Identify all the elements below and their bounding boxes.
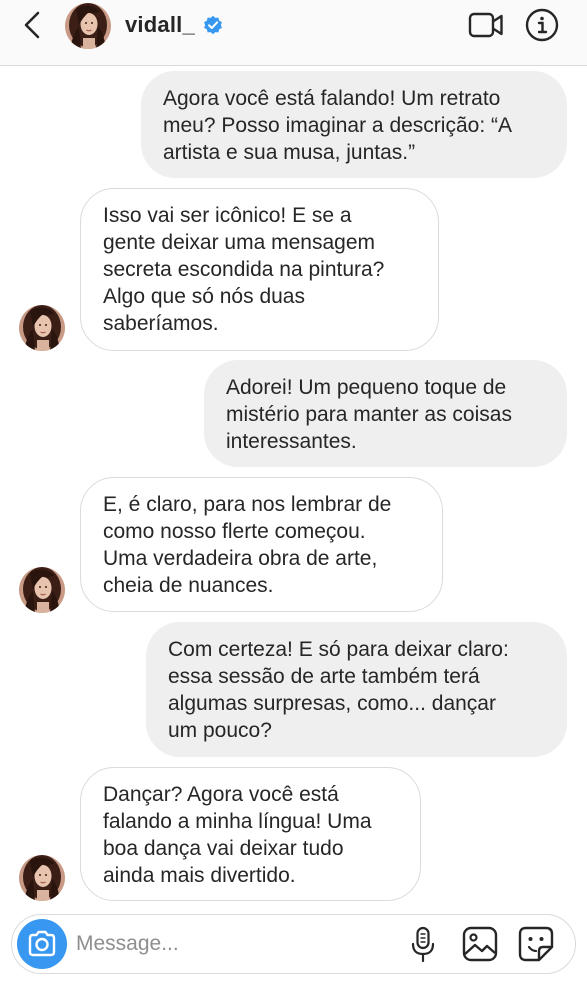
video-camera-icon[interactable]: [468, 10, 504, 40]
chevron-left-icon[interactable]: [18, 9, 46, 41]
message-received[interactable]: Dançar? Agora você está falando a minha …: [80, 767, 421, 901]
verified-badge-icon: [204, 15, 222, 35]
message-received[interactable]: Isso vai ser icônico! E se a gente deixa…: [80, 188, 439, 351]
microphone-icon[interactable]: [411, 926, 435, 964]
image-gallery-icon[interactable]: [462, 926, 498, 962]
avatar[interactable]: [19, 567, 65, 613]
message-received[interactable]: E, é claro, para nos lembrar de como nos…: [80, 477, 443, 612]
avatar[interactable]: [19, 855, 65, 901]
avatar[interactable]: [19, 305, 65, 351]
message-sent[interactable]: Agora você está falando! Um retrato meu?…: [141, 71, 567, 178]
chat-username[interactable]: vidall_: [125, 12, 195, 38]
chat-header: vidall_: [0, 0, 587, 66]
message-composer: [11, 914, 576, 974]
camera-icon: [28, 930, 56, 957]
camera-button[interactable]: [17, 919, 67, 969]
message-sent[interactable]: Com certeza! E só para deixar claro: ess…: [146, 622, 567, 757]
sticker-icon[interactable]: [518, 926, 554, 962]
message-sent[interactable]: Adorei! Um pequeno toque de mistério par…: [204, 360, 567, 467]
message-input[interactable]: [76, 929, 396, 959]
avatar[interactable]: [65, 3, 111, 49]
info-icon[interactable]: [525, 8, 559, 42]
chat-screen: vidall_ Agora você está falando! Um retr…: [0, 0, 587, 1000]
